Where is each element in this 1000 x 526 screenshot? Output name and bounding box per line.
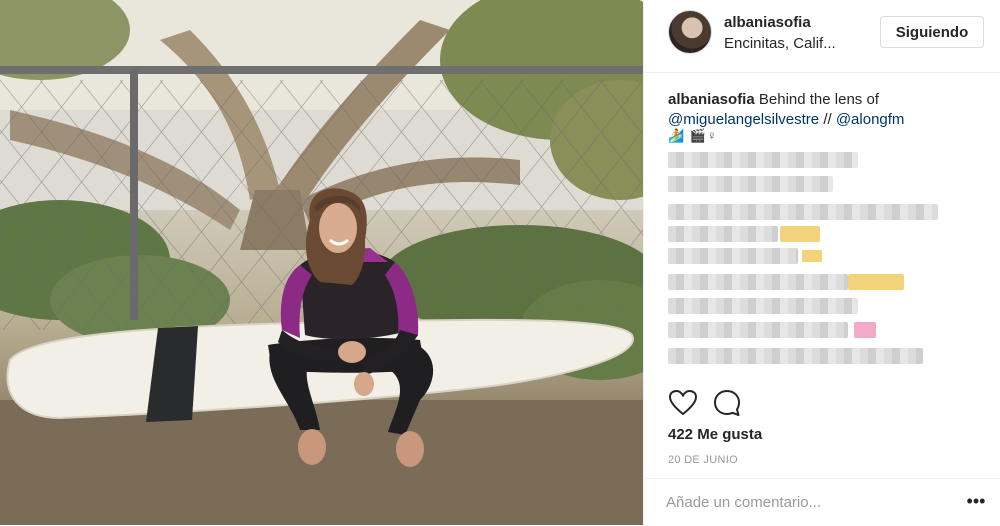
mention-link[interactable]: @miguelangelsilvestre [668, 111, 819, 128]
post-date: 20 DE JUNIO [668, 454, 738, 466]
blurred-caption-text [668, 152, 968, 377]
following-button[interactable]: Siguiendo [880, 16, 984, 48]
post-caption: albaniasofia Behind the lens of @miguela… [668, 90, 988, 130]
caption-username[interactable]: albaniasofia [668, 91, 755, 108]
heart-icon[interactable] [668, 388, 698, 418]
instagram-post: albaniasofia Encinitas, Calif... Siguien… [0, 0, 1000, 525]
comment-form: ••• [644, 478, 1000, 526]
comment-input[interactable] [666, 489, 946, 515]
photo-illustration [0, 0, 643, 525]
avatar[interactable] [668, 10, 712, 54]
post-header: albaniasofia Encinitas, Calif... Siguien… [644, 0, 1000, 73]
more-options-icon[interactable]: ••• [962, 491, 990, 511]
post-photo[interactable] [0, 0, 643, 525]
author-username[interactable]: albaniasofia [724, 14, 811, 31]
caption-text: Behind the lens of [758, 91, 879, 108]
caption-separator: // [823, 111, 832, 128]
comment-bubble-icon[interactable] [712, 388, 742, 418]
post-location[interactable]: Encinitas, Calif... [724, 35, 836, 52]
like-count[interactable]: 422 Me gusta [668, 426, 762, 443]
caption-emoji: 🏄 🎬♀ [668, 128, 718, 143]
mention-link[interactable]: @alongfm [836, 111, 905, 128]
post-sidebar: albaniasofia Encinitas, Calif... Siguien… [643, 0, 1000, 525]
